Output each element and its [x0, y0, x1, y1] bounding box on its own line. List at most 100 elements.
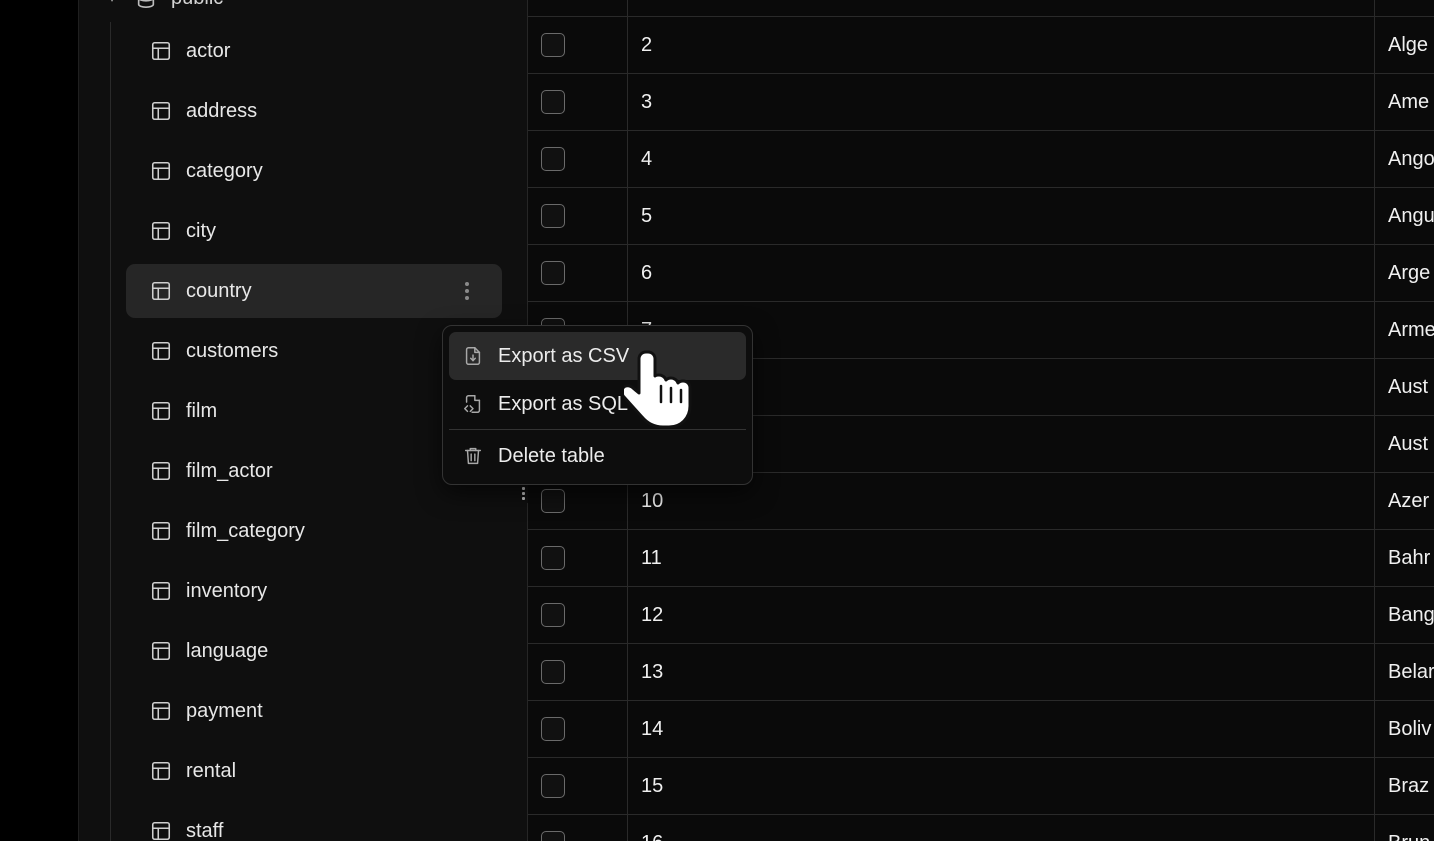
- table-icon: [150, 760, 172, 782]
- country-name-cell[interactable]: Braz: [1375, 758, 1434, 815]
- row-checkbox[interactable]: [541, 603, 565, 627]
- row-checkbox[interactable]: [541, 90, 565, 114]
- row-select-cell: [528, 245, 628, 302]
- row-checkbox[interactable]: [541, 717, 565, 741]
- id-cell[interactable]: 4: [628, 131, 1375, 188]
- country-name-cell[interactable]: Arge: [1375, 245, 1434, 302]
- country-name-cell[interactable]: Azer: [1375, 473, 1434, 530]
- country-name-cell[interactable]: Aust: [1375, 416, 1434, 473]
- kebab-vertical-icon[interactable]: [456, 280, 478, 302]
- export-sql-menu-item[interactable]: Export as SQL: [449, 380, 746, 428]
- sidebar-table-item[interactable]: inventory: [126, 564, 502, 618]
- tree-guide-line: [110, 22, 111, 841]
- table-row[interactable]: 5 Angu: [528, 188, 1434, 245]
- country-name-cell[interactable]: Alge: [1375, 17, 1434, 74]
- country-name-cell[interactable]: Ame: [1375, 74, 1434, 131]
- id-cell[interactable]: 2: [628, 17, 1375, 74]
- table-icon: [150, 400, 172, 422]
- row-checkbox[interactable]: [541, 147, 565, 171]
- table-label: rental: [186, 759, 237, 782]
- table-row[interactable]: 3 Ame: [528, 74, 1434, 131]
- sidebar-table-item[interactable]: address: [126, 84, 502, 138]
- table-label: address: [186, 99, 258, 122]
- country-name-cell[interactable]: Belar: [1375, 644, 1434, 701]
- row-checkbox[interactable]: [541, 660, 565, 684]
- sidebar-table-item[interactable]: staff: [126, 804, 502, 841]
- table-row[interactable]: 4 Ango: [528, 131, 1434, 188]
- row-checkbox[interactable]: [541, 33, 565, 57]
- sidebar-table-item[interactable]: city: [126, 204, 502, 258]
- id-cell[interactable]: 13: [628, 644, 1375, 701]
- schema-name: public: [171, 0, 223, 10]
- id-cell[interactable]: 5: [628, 188, 1375, 245]
- country-name-cell[interactable]: Angu: [1375, 188, 1434, 245]
- country-name-cell[interactable]: Ango: [1375, 131, 1434, 188]
- table-label: country: [186, 279, 252, 302]
- table-icon: [150, 520, 172, 542]
- table-icon: [150, 40, 172, 62]
- table-row[interactable]: 11 Bahr: [528, 530, 1434, 587]
- country-name-cell[interactable]: Brun: [1375, 815, 1434, 841]
- app-root: ▾ public actor address category city country…: [0, 0, 1434, 841]
- sidebar-table-item[interactable]: country: [126, 264, 502, 318]
- table-row[interactable]: 16Brun: [528, 815, 1434, 841]
- table-label: staff: [186, 819, 224, 841]
- sidebar-table-item[interactable]: film_category: [126, 504, 502, 558]
- country-name-cell[interactable]: Arme: [1375, 302, 1434, 359]
- table-icon: [150, 100, 172, 122]
- delete-table-menu-item[interactable]: Delete table: [449, 432, 746, 480]
- row-checkbox[interactable]: [541, 204, 565, 228]
- id-cell[interactable]: 16: [628, 815, 1375, 841]
- id-cell[interactable]: 12: [628, 587, 1375, 644]
- table-label: payment: [186, 699, 263, 722]
- table-row[interactable]: 15 Braz: [528, 758, 1434, 815]
- table-row[interactable]: 13 Belar: [528, 644, 1434, 701]
- table-label: city: [186, 219, 216, 242]
- export-sql-label: Export as SQL: [498, 392, 629, 415]
- id-cell[interactable]: 11: [628, 530, 1375, 587]
- table-label: language: [186, 639, 269, 662]
- sidebar-table-item[interactable]: actor: [126, 24, 502, 78]
- export-csv-label: Export as CSV: [498, 344, 630, 367]
- country-name-cell[interactable]: Boliv: [1375, 701, 1434, 758]
- table-icon: [150, 460, 172, 482]
- country-name-cell[interactable]: Bang: [1375, 587, 1434, 644]
- sidebar-table-item[interactable]: rental: [126, 744, 502, 798]
- left-rail: [0, 0, 79, 841]
- row-checkbox[interactable]: [541, 489, 565, 513]
- table-icon: [150, 820, 172, 841]
- table-label: inventory: [186, 579, 268, 602]
- row-checkbox[interactable]: [541, 261, 565, 285]
- table-icon: [150, 580, 172, 602]
- sidebar-table-item[interactable]: language: [126, 624, 502, 678]
- schema-header[interactable]: ▾ public: [109, 0, 223, 10]
- id-cell[interactable]: 3: [628, 74, 1375, 131]
- table-icon: [150, 280, 172, 302]
- table-row[interactable]: 14 Boliv: [528, 701, 1434, 758]
- table-row[interactable]: 12 Bang: [528, 587, 1434, 644]
- sidebar-table-item[interactable]: category: [126, 144, 502, 198]
- table-row[interactable]: 2 Alge: [528, 17, 1434, 74]
- row-select-cell: [528, 530, 628, 587]
- table-label: actor: [186, 39, 231, 62]
- table-icon: [150, 340, 172, 362]
- country-name-cell[interactable]: Bahr: [1375, 530, 1434, 587]
- database-icon: [135, 0, 157, 9]
- row-checkbox[interactable]: [541, 831, 565, 841]
- table-row: [528, 0, 1434, 17]
- country-name-cell[interactable]: Aust: [1375, 359, 1434, 416]
- delete-table-label: Delete table: [498, 444, 605, 467]
- export-csv-menu-item[interactable]: Export as CSV: [449, 332, 746, 380]
- id-cell[interactable]: 14: [628, 701, 1375, 758]
- row-checkbox[interactable]: [541, 546, 565, 570]
- row-checkbox[interactable]: [541, 774, 565, 798]
- menu-separator: [449, 429, 746, 430]
- table-icon: [150, 640, 172, 662]
- chevron-down-icon: ▾: [109, 0, 121, 5]
- row-select-cell: [528, 0, 628, 17]
- id-cell[interactable]: 15: [628, 758, 1375, 815]
- table-icon: [150, 220, 172, 242]
- table-row[interactable]: 6 Arge: [528, 245, 1434, 302]
- id-cell[interactable]: 6: [628, 245, 1375, 302]
- sidebar-table-item[interactable]: payment: [126, 684, 502, 738]
